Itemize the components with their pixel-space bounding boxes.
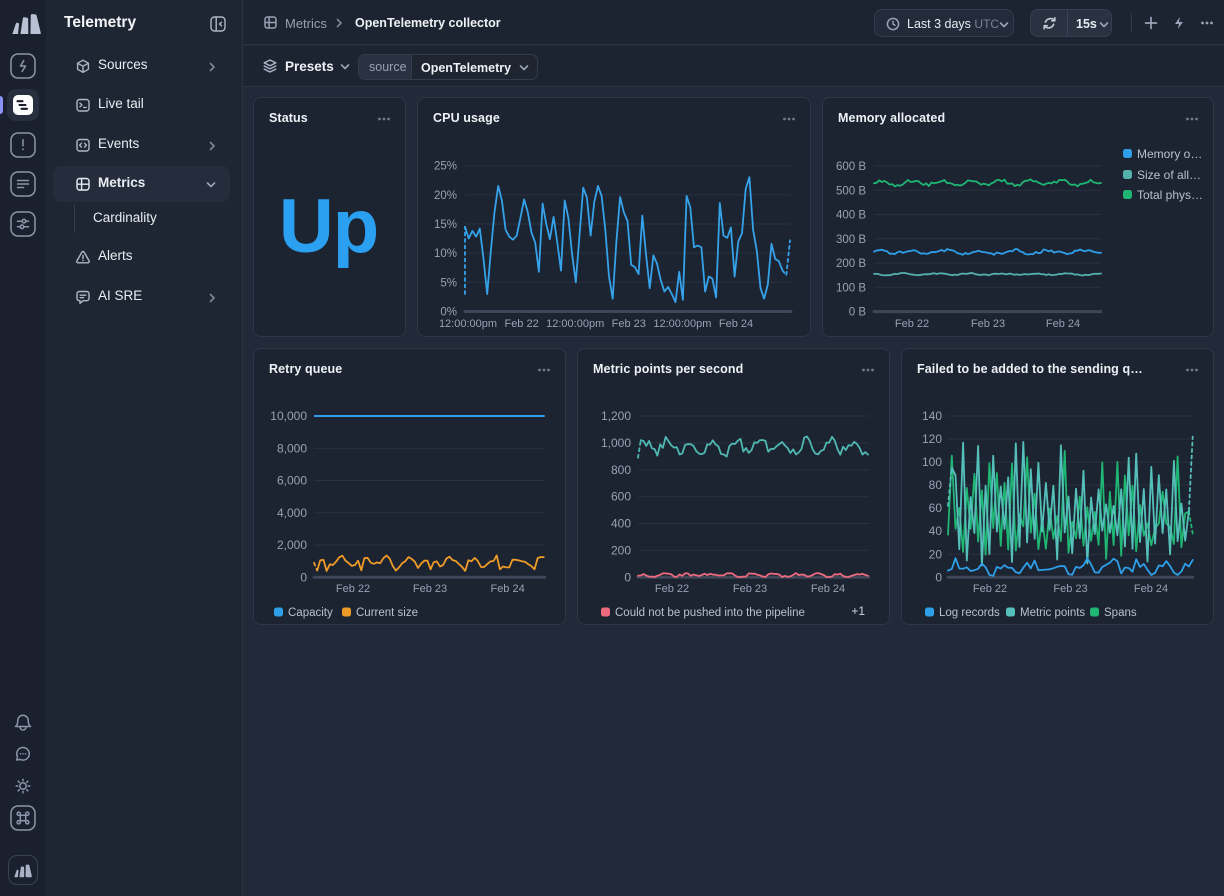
svg-text:600: 600 xyxy=(611,490,631,504)
svg-text:200 B: 200 B xyxy=(836,258,866,270)
svg-text:Capacity: Capacity xyxy=(288,607,333,619)
svg-text:12:00:00pm: 12:00:00pm xyxy=(439,318,497,330)
svg-text:120: 120 xyxy=(922,432,942,446)
svg-text:Feb 24: Feb 24 xyxy=(1134,583,1168,595)
svg-text:Metric points: Metric points xyxy=(1020,607,1085,619)
svg-text:Feb 24: Feb 24 xyxy=(719,318,753,330)
svg-text:+1: +1 xyxy=(851,604,865,618)
svg-text:140: 140 xyxy=(922,409,942,423)
svg-text:12:00:00pm: 12:00:00pm xyxy=(546,318,604,330)
svg-text:Feb 22: Feb 22 xyxy=(973,583,1007,595)
svg-text:Feb 22: Feb 22 xyxy=(504,318,538,330)
svg-text:0%: 0% xyxy=(440,307,457,319)
svg-text:0: 0 xyxy=(935,570,942,584)
svg-text:5%: 5% xyxy=(440,277,457,289)
svg-text:Feb 22: Feb 22 xyxy=(895,318,929,330)
svg-text:8,000: 8,000 xyxy=(277,441,307,455)
svg-text:12:00:00pm: 12:00:00pm xyxy=(653,318,711,330)
svg-text:40: 40 xyxy=(929,524,943,538)
svg-text:300 B: 300 B xyxy=(836,234,866,246)
svg-text:100 B: 100 B xyxy=(836,282,866,294)
svg-text:0: 0 xyxy=(300,570,307,584)
svg-text:10%: 10% xyxy=(434,248,457,260)
svg-text:15%: 15% xyxy=(434,219,457,231)
svg-text:400: 400 xyxy=(611,517,631,531)
svg-text:2,000: 2,000 xyxy=(277,538,307,552)
svg-text:Could not be pushed into the p: Could not be pushed into the pipeline xyxy=(615,607,805,619)
svg-text:60: 60 xyxy=(929,501,943,515)
svg-text:Feb 24: Feb 24 xyxy=(1046,318,1080,330)
svg-text:Log records: Log records xyxy=(939,607,1000,619)
svg-text:Current size: Current size xyxy=(356,607,418,619)
svg-text:Feb 22: Feb 22 xyxy=(655,583,689,595)
svg-text:600 B: 600 B xyxy=(836,161,866,173)
svg-text:Feb 22: Feb 22 xyxy=(336,583,370,595)
svg-text:1,200: 1,200 xyxy=(601,409,631,423)
svg-text:Feb 23: Feb 23 xyxy=(413,583,447,595)
svg-text:Feb 24: Feb 24 xyxy=(490,583,524,595)
svg-text:Feb 23: Feb 23 xyxy=(733,583,767,595)
svg-text:100: 100 xyxy=(922,455,942,469)
svg-text:200: 200 xyxy=(611,543,631,557)
svg-text:400 B: 400 B xyxy=(836,210,866,222)
svg-text:Feb 23: Feb 23 xyxy=(1053,583,1087,595)
svg-text:0: 0 xyxy=(624,570,631,584)
svg-text:Feb 24: Feb 24 xyxy=(811,583,845,595)
svg-text:800: 800 xyxy=(611,463,631,477)
svg-text:Spans: Spans xyxy=(1104,607,1137,619)
svg-text:Feb 23: Feb 23 xyxy=(971,318,1005,330)
svg-text:Feb 23: Feb 23 xyxy=(612,318,646,330)
svg-text:10,000: 10,000 xyxy=(270,409,307,423)
svg-text:0 B: 0 B xyxy=(849,307,867,319)
svg-text:4,000: 4,000 xyxy=(277,506,307,520)
svg-text:500 B: 500 B xyxy=(836,185,866,197)
svg-text:25%: 25% xyxy=(434,161,457,173)
svg-text:1,000: 1,000 xyxy=(601,436,631,450)
svg-text:20%: 20% xyxy=(434,190,457,202)
svg-text:6,000: 6,000 xyxy=(277,474,307,488)
svg-text:20: 20 xyxy=(929,547,943,561)
svg-text:80: 80 xyxy=(929,478,943,492)
